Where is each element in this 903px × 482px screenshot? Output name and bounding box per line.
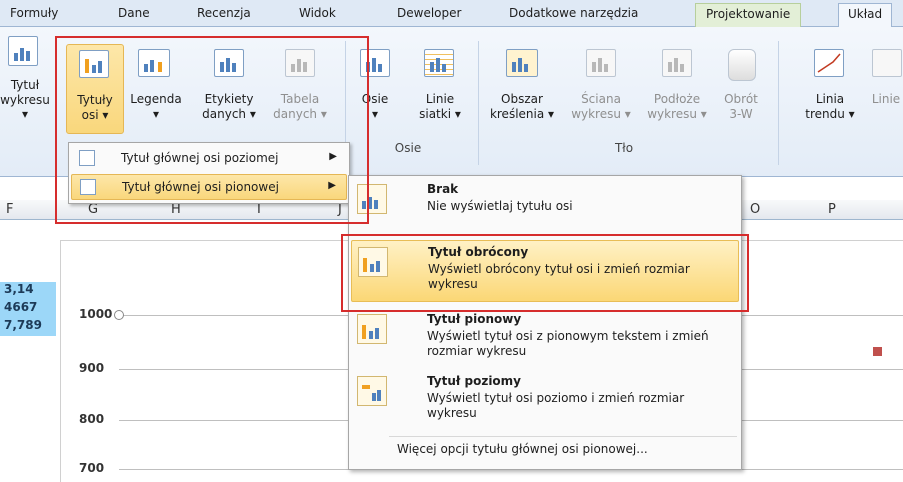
button-label: kreślenia ▾: [489, 107, 555, 121]
button-label: wykresu ▾: [0, 93, 50, 121]
tab-projektowanie[interactable]: Projektowanie: [695, 3, 802, 27]
group-label-tlo: Tło: [614, 141, 634, 155]
plot-area-icon: [506, 49, 538, 77]
option-vertical-title[interactable]: Tytuł pionowy Wyświetl tytuł osi z piono…: [351, 308, 739, 368]
option-description: Wyświetl tytuł osi z pionowym tekstem i …: [427, 329, 709, 358]
y-axis-tick: 900: [79, 361, 105, 375]
button-label: Tytuł: [10, 78, 40, 92]
option-description: Nie wyświetlaj tytułu osi: [427, 199, 573, 213]
button-label: Ściana: [581, 92, 621, 106]
tab-dodatkowe-narzedzia[interactable]: Dodatkowe narzędzia: [509, 6, 638, 20]
option-horizontal-title[interactable]: Tytuł poziomy Wyświetl tytuł osi poziomo…: [351, 370, 739, 430]
menu-divider: [389, 436, 737, 437]
chart-wall-button[interactable]: Ściana wykresu ▾: [566, 44, 636, 134]
button-label: siatki ▾: [419, 107, 461, 121]
more-options-link[interactable]: Więcej opcji tytułu głównej osi pionowej…: [397, 442, 648, 456]
option-title: Brak: [427, 182, 459, 196]
tab-dane[interactable]: Dane: [118, 6, 150, 20]
option-description: Wyświetl tytuł osi poziomo i zmień rozmi…: [427, 391, 685, 420]
button-label: Linia: [815, 92, 845, 106]
chart-floor-icon: [662, 49, 692, 77]
button-label: Obrót: [724, 92, 758, 106]
button-label: Linie: [871, 92, 901, 106]
plot-area-button[interactable]: Obszar kreślenia ▾: [484, 44, 560, 134]
highlight-box-rotated-title: [341, 234, 749, 312]
tab-deweloper[interactable]: Deweloper: [397, 6, 461, 20]
cell-value[interactable]: 3,14: [0, 282, 56, 300]
ribbon-tabs: Formuły Dane Recenzja Widok Deweloper Do…: [0, 0, 903, 28]
button-label: Podłoże: [653, 92, 701, 106]
gridlines-button[interactable]: Linie siatki ▾: [414, 44, 466, 134]
option-title: Tytuł pionowy: [427, 312, 522, 326]
lines-button[interactable]: Linie: [866, 44, 903, 134]
cell-value[interactable]: 4667: [0, 300, 56, 318]
data-point-marker: [873, 347, 882, 356]
vertical-title-icon: [357, 314, 387, 344]
chart-floor-button[interactable]: Podłoże wykresu ▾: [642, 44, 712, 134]
trendline-button[interactable]: Linia trendu ▾: [800, 44, 860, 134]
button-label: Linie: [425, 92, 455, 106]
vertical-axis-title-menu: Brak Nie wyświetlaj tytułu osi Tytuł obr…: [348, 175, 742, 470]
button-label: trendu ▾: [805, 107, 855, 121]
group-separator: [778, 41, 779, 165]
y-axis-tick: 1000: [79, 307, 113, 321]
button-label: wykresu ▾: [647, 107, 707, 121]
trendline-icon: [814, 49, 844, 77]
option-title: Tytuł poziomy: [427, 374, 521, 388]
y-axis-tick: 700: [79, 461, 105, 475]
button-label: wykresu ▾: [571, 107, 631, 121]
tab-uklad[interactable]: Układ: [838, 3, 893, 28]
tab-recenzja[interactable]: Recenzja: [197, 6, 251, 20]
3d-rotation-button[interactable]: Obrót 3-W: [716, 44, 766, 134]
chart-title-button[interactable]: Tytuł wykresu ▾: [0, 32, 50, 132]
highlight-box-axis-titles: [55, 36, 369, 224]
group-separator: [478, 41, 479, 165]
tab-formuly[interactable]: Formuły: [10, 6, 58, 20]
button-label: Obszar: [501, 92, 543, 106]
column-header[interactable]: O: [750, 202, 760, 217]
trendline-icon-svg: [817, 53, 841, 73]
tab-widok[interactable]: Widok: [299, 6, 336, 20]
chart-title-icon: [8, 36, 38, 66]
lines-icon: [872, 49, 902, 77]
horizontal-title-icon: [357, 376, 387, 406]
option-none[interactable]: Brak Nie wyświetlaj tytułu osi: [351, 178, 739, 238]
cell-value[interactable]: 7,789: [0, 318, 56, 336]
column-header[interactable]: P: [828, 202, 836, 217]
axis-handle[interactable]: [114, 310, 124, 320]
button-label: 3-W: [729, 107, 753, 121]
chart-wall-icon: [586, 49, 616, 77]
gridlines-icon: [424, 49, 454, 77]
y-axis-tick: 800: [79, 412, 105, 426]
column-header[interactable]: F: [6, 202, 13, 217]
3d-rotation-icon: [728, 49, 756, 81]
